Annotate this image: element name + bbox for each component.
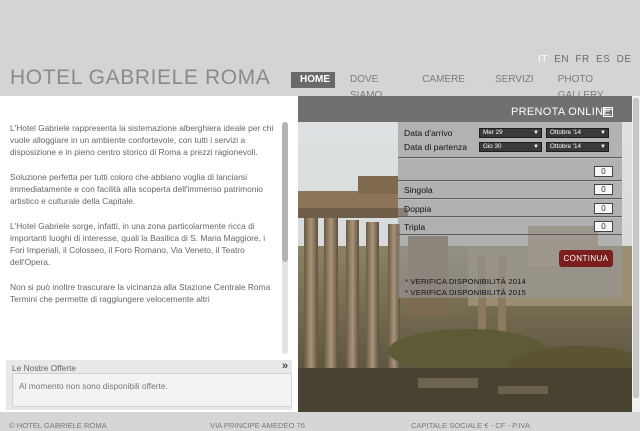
lang-es[interactable]: ES [596, 54, 610, 65]
paragraph: Soluzione perfetta per tutti coloro che … [10, 171, 263, 207]
room-qty-input[interactable]: 0 [594, 166, 613, 177]
divider [398, 217, 622, 218]
paragraph: L'Hotel Gabriele sorge, infatti, in una … [10, 220, 266, 268]
nav-home[interactable]: HOME [291, 72, 335, 88]
footer: © HOTEL GABRIELE ROMA VIA PRINCIPE AMEDE… [0, 412, 640, 431]
footer-company-info: CAPITALE SOCIALE € - CF - P.IVA [411, 421, 531, 430]
room-label-doppia: Doppia [404, 204, 432, 214]
dropdown-arrow-icon: ▼ [533, 130, 539, 136]
departure-month-value: Ottobre '14 [550, 143, 581, 150]
footer-address: VIA PRINCIPE AMEDEO 76 [210, 421, 305, 430]
arrival-day-select[interactable]: Mer 29 ▼ [479, 128, 542, 138]
text-scrollbar-thumb[interactable] [282, 122, 288, 262]
arrival-label: Data d'arrivo [404, 128, 453, 138]
departure-month-select[interactable]: Ottobre '14 ▼ [546, 142, 609, 152]
dropdown-arrow-icon: ▼ [533, 144, 539, 150]
departure-day-value: Gio 30 [483, 143, 502, 150]
lang-de[interactable]: DE [617, 54, 632, 65]
divider [398, 181, 622, 182]
lang-en[interactable]: EN [554, 54, 569, 65]
main-nav: HOME DOVE SIAMO CAMERE SERVIZI PHOTO GAL… [291, 72, 640, 101]
header: IT EN FR ES DE HOTEL GABRIELE ROMA HOME … [0, 0, 640, 101]
continue-button[interactable]: CONTINUA [559, 250, 613, 267]
dropdown-arrow-icon: ▼ [600, 130, 606, 136]
doppia-qty-input[interactable]: 0 [594, 203, 613, 214]
divider [398, 158, 622, 159]
paragraph: Non si può inoltre trascurare la vicinan… [10, 281, 271, 304]
nav-dove-siamo[interactable]: DOVE SIAMO [341, 72, 411, 101]
verify-availability-2014-link[interactable]: * VERIFICA DISPONIBILITÀ 2014 [405, 277, 526, 286]
lang-fr[interactable]: FR [575, 54, 589, 65]
site-title[interactable]: HOTEL GABRIELE ROMA [10, 66, 270, 90]
intro-text: L'Hotel Gabriele rappresenta la sistemaz… [10, 122, 278, 317]
booking-title[interactable]: PRENOTA ONLINE [511, 106, 611, 118]
divider [398, 234, 622, 235]
arrival-month-value: Ottobre '14 [550, 129, 581, 136]
verify-availability-2015-link[interactable]: * VERIFICA DISPONIBILITÀ 2015 [405, 288, 526, 297]
arrival-month-select[interactable]: Ottobre '14 ▼ [546, 128, 609, 138]
footer-copyright: © HOTEL GABRIELE ROMA [9, 421, 107, 430]
tripla-qty-input[interactable]: 0 [594, 221, 613, 232]
departure-day-select[interactable]: Gio 30 ▼ [479, 142, 542, 152]
room-label-singola: Singola [404, 185, 433, 195]
nav-servizi[interactable]: SERVIZI [486, 72, 543, 88]
nav-photo-gallery[interactable]: PHOTO GALLERY [549, 72, 636, 101]
offers-title: Le Nostre Offerte [12, 363, 77, 373]
dropdown-arrow-icon: ▼ [600, 144, 606, 150]
language-switcher: IT EN FR ES DE [538, 54, 635, 65]
divider [398, 199, 622, 200]
arrival-day-value: Mer 29 [483, 129, 503, 136]
singola-qty-input[interactable]: 0 [594, 184, 613, 195]
page-scrollbar-thumb[interactable] [633, 98, 639, 398]
lang-it[interactable]: IT [538, 54, 548, 65]
departure-label: Data di partenza [404, 142, 468, 152]
paragraph: L'Hotel Gabriele rappresenta la sistemaz… [10, 123, 274, 158]
nav-camere[interactable]: CAMERE [413, 72, 474, 88]
calendar-icon[interactable] [603, 107, 613, 117]
offers-expand-icon[interactable]: » [282, 360, 288, 372]
offers-text: Al momento non sono disponibili offerte. [19, 381, 168, 391]
room-label-tripla: Tripla [404, 222, 426, 232]
